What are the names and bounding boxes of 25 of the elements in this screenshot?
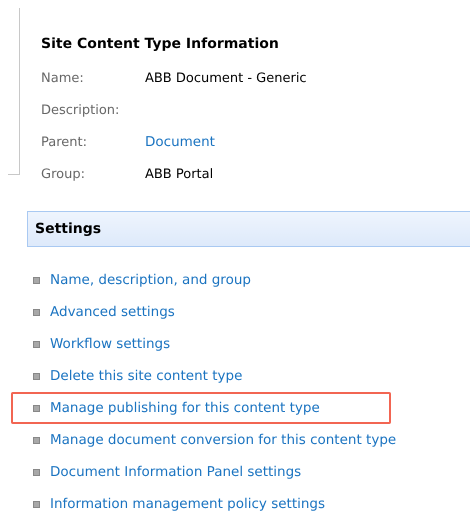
settings-link[interactable]: Manage document conversion for this content type [50, 432, 396, 448]
settings-link[interactable]: Name, description, and group [50, 272, 251, 288]
settings-link[interactable]: Delete this site content type [50, 368, 242, 384]
settings-link[interactable]: Information management policy settings [50, 496, 326, 512]
settings-link[interactable]: Advanced settings [50, 304, 175, 320]
settings-link[interactable]: Workflow settings [50, 336, 170, 352]
settings-link[interactable]: Manage publishing for this content type [50, 400, 320, 416]
field-value: ABB Portal [145, 166, 214, 182]
bullet-icon [33, 340, 40, 348]
field-label: Group: [41, 166, 86, 182]
section-title: Site Content Type Information [41, 35, 280, 54]
field-label: Name: [41, 70, 85, 86]
section-header: Settings [27, 211, 470, 247]
bullet-icon [33, 468, 40, 476]
field-label: Description: [41, 102, 120, 118]
bullet-icon [33, 308, 40, 316]
bullet-icon [33, 500, 40, 508]
settings-link[interactable]: Document Information Panel settings [50, 464, 302, 480]
parent-link[interactable]: Document [145, 134, 215, 150]
bullet-icon [33, 276, 40, 284]
bullet-icon [33, 372, 40, 380]
field-label: Parent: [41, 134, 88, 150]
bullet-icon [33, 436, 40, 444]
bullet-icon [33, 404, 40, 412]
field-value: ABB Document - Generic [145, 70, 307, 86]
